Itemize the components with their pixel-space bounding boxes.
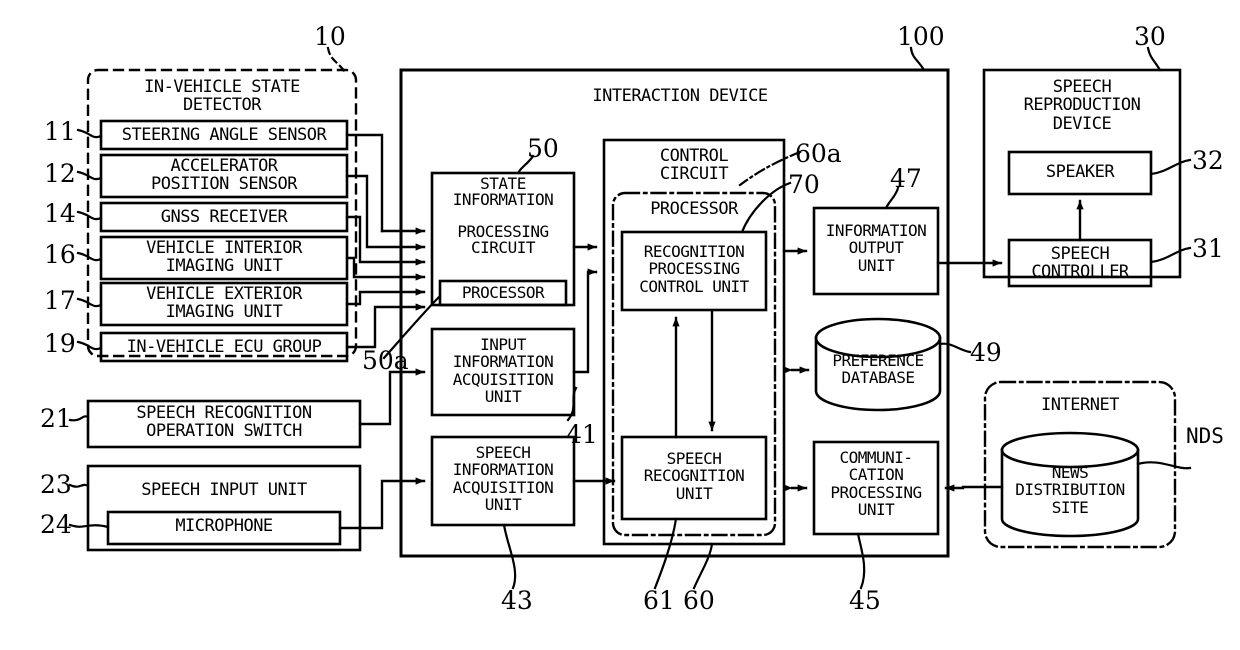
leader-45 [856, 532, 866, 590]
label-steering-angle-sensor: STEERING ANGLE SENSOR [121, 125, 327, 145]
refnum-49: 49 [970, 338, 1002, 367]
label-speech-information-acquisition-unit: SPEECH INFORMATION ACQUISITION UNIT [452, 443, 554, 514]
label-speech-controller: SPEECH CONTROLLER [1031, 244, 1129, 283]
refnum-23: 23 [40, 470, 72, 499]
leader-nds [1136, 461, 1192, 470]
leader-100 [909, 46, 926, 72]
label-speech-input-unit: SPEECH INPUT UNIT [141, 480, 307, 500]
refnum-100: 100 [897, 22, 945, 51]
refnum-30: 30 [1134, 22, 1166, 51]
refnum-12: 12 [44, 159, 76, 188]
label-vehicle-exterior-imaging-unit: VEHICLE EXTERIOR IMAGING UNIT [146, 284, 302, 323]
refnum-43: 43 [501, 586, 533, 615]
refnum-21: 21 [40, 404, 72, 433]
label-input-information-acquisition-unit: INPUT INFORMATION ACQUISITION UNIT [452, 335, 554, 406]
refnum-47: 47 [890, 164, 922, 193]
leader-60 [692, 542, 714, 590]
leader-10 [326, 46, 347, 74]
leader-17 [76, 297, 103, 308]
link-switch-to-input-acq [358, 368, 426, 426]
refnum-60a: 60a [795, 139, 842, 168]
label-state-information-processing-circuit: STATE INFORMATION PROCESSING CIRCUIT [452, 174, 554, 257]
label-in-vehicle-ecu-group: IN-VEHICLE ECU GROUP [126, 337, 322, 357]
refnum-14: 14 [44, 199, 76, 228]
box-speech-input-unit [86, 464, 362, 552]
leader-16 [76, 251, 103, 262]
refnum-31: 31 [1192, 234, 1224, 263]
refnum-41: 41 [566, 420, 598, 449]
label-microphone: MICROPHONE [175, 516, 273, 536]
label-communication-processing-unit: COMMUNI- CATION PROCESSING UNIT [830, 448, 922, 519]
group-title-control-circuit: CONTROL CIRCUIT [659, 146, 729, 185]
link-gnss-to-state [345, 215, 426, 266]
figure-canvas: IN-VEHICLE STATE DETECTOR INTERACTION DE… [0, 0, 1240, 650]
refnum-19: 19 [44, 329, 76, 358]
group-title-internet: INTERNET [1041, 395, 1119, 415]
refnum-16: 16 [44, 240, 76, 269]
refnum-17: 17 [44, 286, 76, 315]
label-gnss-receiver: GNSS RECEIVER [160, 207, 288, 227]
leader-32 [1149, 158, 1192, 176]
leader-31 [1149, 246, 1192, 264]
link-nds-to-comm [944, 484, 1004, 492]
refnum-61: 61 [643, 586, 675, 615]
refnum-24: 24 [40, 510, 72, 539]
refnum-45: 45 [849, 586, 881, 615]
label-preference-database: PREFERENCE DATABASE [832, 351, 924, 388]
group-title-processor-inner: PROCESSOR [650, 199, 738, 219]
group-title-interaction-device: INTERACTION DEVICE [592, 86, 768, 106]
refnum-50: 50 [527, 134, 559, 163]
label-news-distribution-site: NEWS DISTRIBUTION SITE [1015, 463, 1125, 517]
leader-30 [1146, 46, 1162, 72]
label-speech-recognition-operation-switch: SPEECH RECOGNITION OPERATION SWITCH [136, 403, 312, 442]
label-vehicle-interior-imaging-unit: VEHICLE INTERIOR IMAGING UNIT [146, 238, 302, 277]
group-title-speech-reproduction-device: SPEECH REPRODUCTION DEVICE [1023, 77, 1141, 134]
refnum-11: 11 [44, 117, 76, 146]
label-state-processor: PROCESSOR [461, 283, 545, 302]
label-information-output-unit: INFORMATION OUTPUT UNIT [825, 221, 927, 275]
label-recognition-processing-control-unit: RECOGNITION PROCESSING CONTROL UNIT [639, 242, 749, 296]
leader-11 [76, 128, 103, 139]
label-speaker: SPEAKER [1045, 162, 1115, 182]
refnum-70: 70 [788, 170, 820, 199]
link-input-acq-to-control [572, 268, 598, 374]
label-accelerator-position-sensor: ACCELERATOR POSITION SENSOR [150, 156, 298, 195]
leader-21 [68, 415, 90, 422]
leader-12 [76, 170, 103, 181]
leader-61 [653, 517, 678, 590]
refnum-10: 10 [314, 22, 346, 51]
refnum-32: 32 [1192, 146, 1224, 175]
leader-49 [938, 342, 972, 354]
refnum-60: 60 [683, 586, 715, 615]
refnum-50a: 50a [362, 346, 409, 375]
leader-19 [76, 340, 103, 351]
leader-14 [76, 210, 103, 221]
link-exterior-to-state [345, 288, 426, 306]
label-speech-recognition-unit: SPEECH RECOGNITION UNIT [643, 449, 745, 503]
refnum-nds: NDS [1186, 424, 1224, 448]
link-accel-to-state [345, 174, 426, 251]
group-title-in-vehicle-state-detector: IN-VEHICLE STATE DETECTOR [144, 77, 300, 116]
leader-23 [68, 483, 90, 488]
leader-24 [68, 523, 110, 529]
